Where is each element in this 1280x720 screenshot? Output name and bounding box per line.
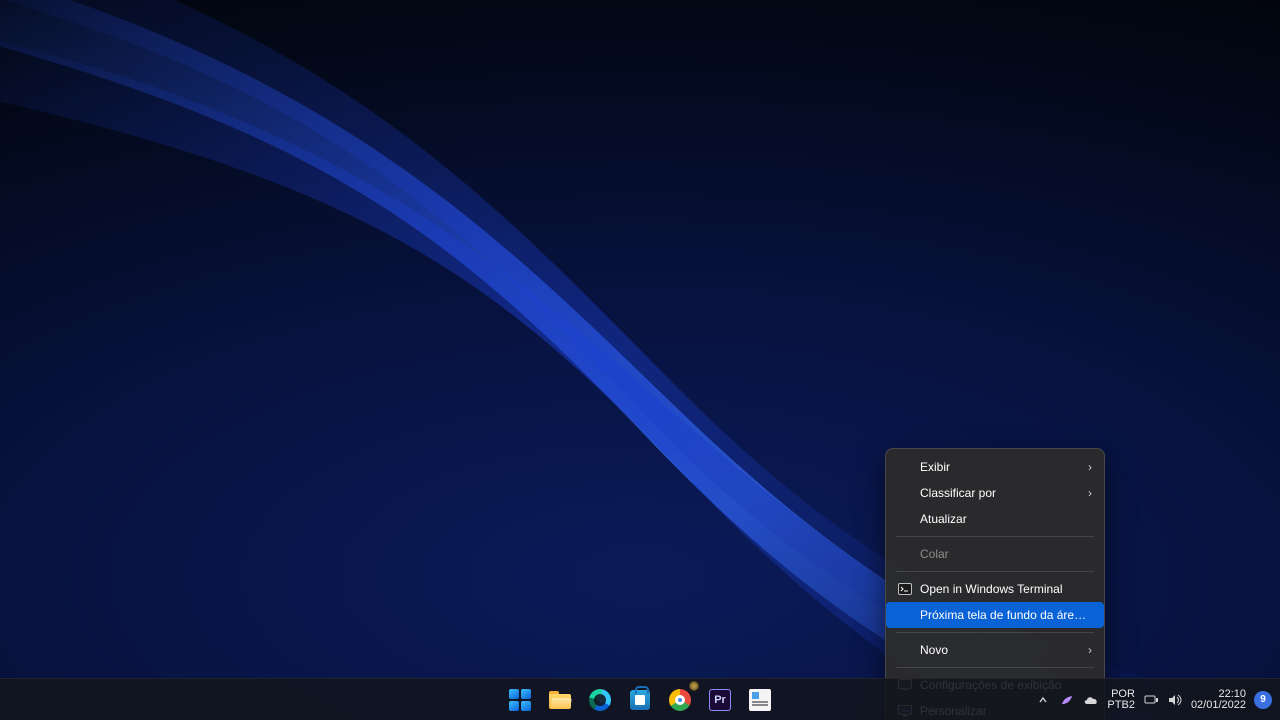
ctx-item-view[interactable]: Exibir › — [888, 454, 1102, 480]
keyboard-layout: PTB2 — [1107, 700, 1135, 711]
separator-icon — [896, 536, 1094, 537]
blank-icon — [896, 511, 914, 527]
system-tray: POR PTB2 22:10 02/01/2022 9 — [1035, 679, 1272, 720]
blank-icon — [896, 485, 914, 501]
terminal-icon — [896, 581, 914, 597]
time-text: 22:10 — [1191, 689, 1246, 700]
taskbar-app-chrome[interactable] — [663, 683, 697, 717]
chevron-right-icon: › — [1082, 643, 1092, 657]
windows-start-icon — [509, 689, 531, 711]
language-indicator[interactable]: POR PTB2 — [1107, 689, 1135, 711]
ctx-label: Novo — [920, 643, 1082, 657]
tray-overflow-button[interactable] — [1035, 692, 1051, 708]
blank-icon — [896, 459, 914, 475]
taskbar-app-edge[interactable] — [583, 683, 617, 717]
chevron-right-icon: › — [1082, 460, 1092, 474]
separator-icon — [896, 571, 1094, 572]
ctx-item-next-wallpaper[interactable]: Próxima tela de fundo da área de trabalh… — [886, 602, 1104, 628]
desktop[interactable]: Exibir › Classificar por › Atualizar Col… — [0, 0, 1280, 720]
taskbar-app-file-explorer[interactable] — [543, 683, 577, 717]
date-text: 02/01/2022 — [1191, 700, 1246, 711]
network-icon[interactable] — [1143, 692, 1159, 708]
chrome-icon — [669, 689, 691, 711]
edge-icon — [589, 689, 611, 711]
separator-icon — [896, 667, 1094, 668]
notification-badge-icon — [689, 681, 699, 691]
lang-code: POR — [1107, 689, 1135, 700]
ctx-label: Próxima tela de fundo da área de trabalh… — [920, 608, 1092, 622]
blank-icon — [896, 607, 914, 623]
ctx-item-paste: Colar — [888, 541, 1102, 567]
premiere-icon: Pr — [709, 689, 731, 711]
separator-icon — [896, 632, 1094, 633]
ms-store-icon — [630, 690, 650, 710]
taskbar-app-news[interactable] — [743, 683, 777, 717]
clock[interactable]: 22:10 02/01/2022 — [1191, 689, 1246, 711]
notification-count: 9 — [1260, 694, 1266, 705]
blank-icon — [896, 546, 914, 562]
blank-icon — [896, 642, 914, 658]
ctx-item-terminal[interactable]: Open in Windows Terminal — [888, 576, 1102, 602]
start-button[interactable] — [503, 683, 537, 717]
notification-center-button[interactable]: 9 — [1254, 691, 1272, 709]
tray-app-icon[interactable] — [1059, 692, 1075, 708]
ctx-item-sort[interactable]: Classificar por › — [888, 480, 1102, 506]
ctx-label: Classificar por — [920, 486, 1082, 500]
ctx-label: Exibir — [920, 460, 1082, 474]
ctx-label: Atualizar — [920, 512, 1092, 526]
taskbar-center-apps: Pr — [503, 683, 777, 717]
chevron-right-icon: › — [1082, 486, 1092, 500]
premiere-label: Pr — [714, 694, 726, 706]
taskbar-app-premiere[interactable]: Pr — [703, 683, 737, 717]
ctx-label: Colar — [920, 547, 1092, 561]
ctx-item-refresh[interactable]: Atualizar — [888, 506, 1102, 532]
onedrive-icon[interactable] — [1083, 692, 1099, 708]
file-explorer-icon — [549, 691, 571, 709]
ctx-label: Open in Windows Terminal — [920, 582, 1092, 596]
news-icon — [749, 689, 771, 711]
volume-icon[interactable] — [1167, 692, 1183, 708]
taskbar-app-store[interactable] — [623, 683, 657, 717]
taskbar: Pr POR PTB2 — [0, 678, 1280, 720]
ctx-item-new[interactable]: Novo › — [888, 637, 1102, 663]
